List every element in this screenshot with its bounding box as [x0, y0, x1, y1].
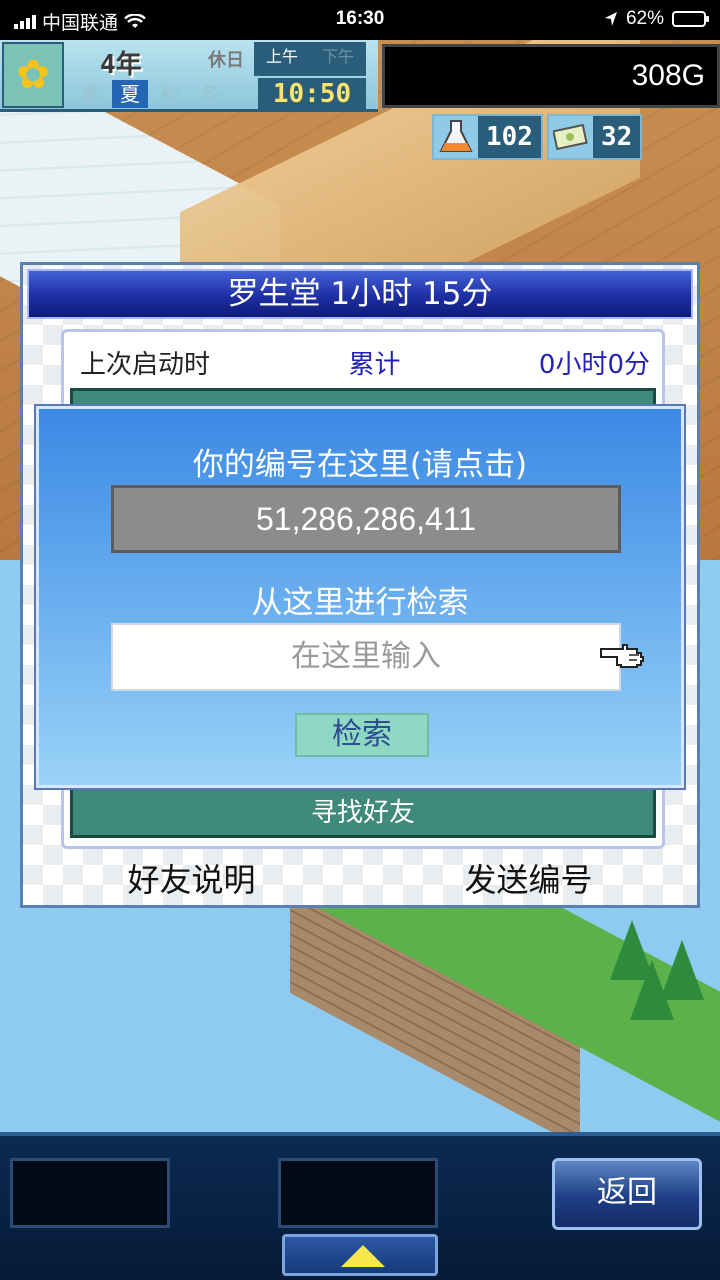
season-spring: 春: [80, 82, 100, 106]
play-time-row: 上次启动时 累计 0小时0分: [80, 344, 650, 380]
search-heading: 从这里进行检索: [251, 585, 469, 621]
battery-icon: [672, 11, 709, 27]
resource-stats: 102 32: [432, 114, 720, 164]
research-points-stat: 102: [432, 114, 543, 160]
toolbar-slot-1[interactable]: [10, 1158, 170, 1228]
sunflower-icon: ✿: [2, 42, 64, 108]
calendar-hud[interactable]: ✿ 4年 休日 春 夏 秋 冬 上午 下午 10:50: [0, 40, 378, 112]
season-autumn: 秋: [160, 82, 180, 106]
tree-icon: [630, 960, 674, 1020]
pm-label: 下午: [321, 47, 354, 66]
game-clock: 10:50: [258, 78, 366, 110]
your-id-heading: 你的编号在这里(请点击): [192, 447, 528, 483]
location-arrow-icon: [604, 12, 617, 26]
season-winter: 冬: [200, 82, 220, 106]
flask-icon: [434, 116, 478, 158]
research-points-value: 102: [486, 122, 533, 152]
last-launch-label: 上次启动时: [80, 350, 211, 380]
find-friend-button[interactable]: 寻找好友: [73, 792, 653, 829]
holiday-label: 休日: [208, 50, 244, 71]
battery-percent: 62%: [625, 8, 664, 29]
up-arrow-icon: [341, 1245, 385, 1267]
friend-panel-actions: 好友说明 发送编号: [23, 855, 697, 899]
send-id-button[interactable]: 发送编号: [464, 855, 592, 899]
friend-help-button[interactable]: 好友说明: [127, 855, 255, 899]
season-indicator: 春 夏 秋 冬: [72, 80, 228, 108]
season-summer: 夏: [112, 80, 148, 108]
friend-panel-title: 罗生堂 1小时 15分: [27, 269, 693, 319]
total-label: 累计: [348, 350, 401, 380]
bottom-toolbar: 返回: [0, 1132, 720, 1280]
am-pm-indicator: 上午 下午: [254, 42, 366, 76]
status-bar: 中国联通 16:30 62%: [0, 0, 720, 40]
back-button[interactable]: 返回: [552, 1158, 702, 1230]
search-button[interactable]: 检索: [295, 713, 429, 757]
player-id-box[interactable]: 51,286,286,411: [111, 485, 621, 553]
money-display: 308G: [382, 44, 720, 108]
status-right: 62%: [604, 8, 709, 30]
bills-stat: 32: [546, 114, 643, 160]
pointing-hand-icon: [600, 644, 644, 668]
expand-menu-button[interactable]: [282, 1234, 438, 1276]
bills-icon: [548, 116, 593, 158]
year-label: 4年: [100, 50, 142, 80]
toolbar-slot-2[interactable]: [278, 1158, 438, 1228]
search-input[interactable]: 在这里输入: [111, 623, 621, 691]
total-time-value: 0小时0分: [538, 350, 650, 380]
id-search-dialog: 你的编号在这里(请点击) 51,286,286,411 从这里进行检索 在这里输…: [36, 406, 684, 788]
am-label: 上午: [265, 47, 298, 66]
bills-value: 32: [600, 122, 633, 152]
